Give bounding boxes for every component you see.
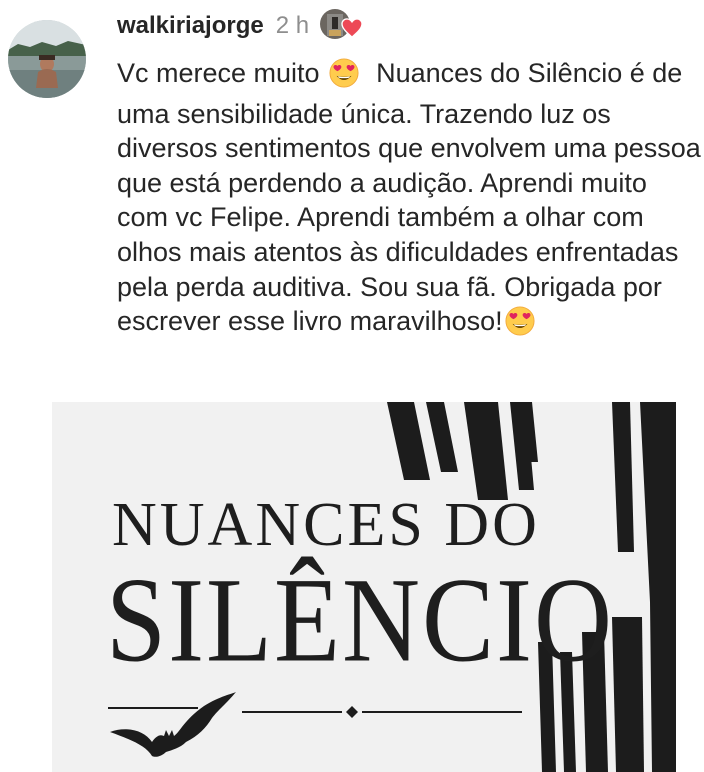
book-title-line-2: SILÊNCIO [106, 554, 614, 688]
avatar-photo [8, 20, 86, 98]
book-cover-image[interactable]: NUANCES DO SILÊNCIO [52, 402, 676, 772]
commenter-avatar[interactable] [8, 20, 86, 98]
heart-eyes-emoji-icon [329, 58, 359, 97]
username-link[interactable]: walkiriajorge [117, 12, 264, 40]
author-liked-badge[interactable] [319, 8, 363, 44]
comment-timestamp: 2 h [275, 12, 310, 39]
heart-eyes-emoji-icon-end [505, 306, 535, 345]
book-title-line-1: NUANCES DO [112, 491, 540, 559]
comment-text-part-2: Nuances do Silêncio é de uma sensibilida… [117, 58, 701, 337]
comment-header: walkiriajorge 2 h [117, 8, 363, 44]
comment-text-part-1: Vc merece muito [117, 58, 328, 88]
comment-body: Vc merece muito Nuances do Silêncio é de… [117, 56, 702, 345]
heart-icon [341, 18, 363, 38]
bat-icon [110, 692, 236, 757]
